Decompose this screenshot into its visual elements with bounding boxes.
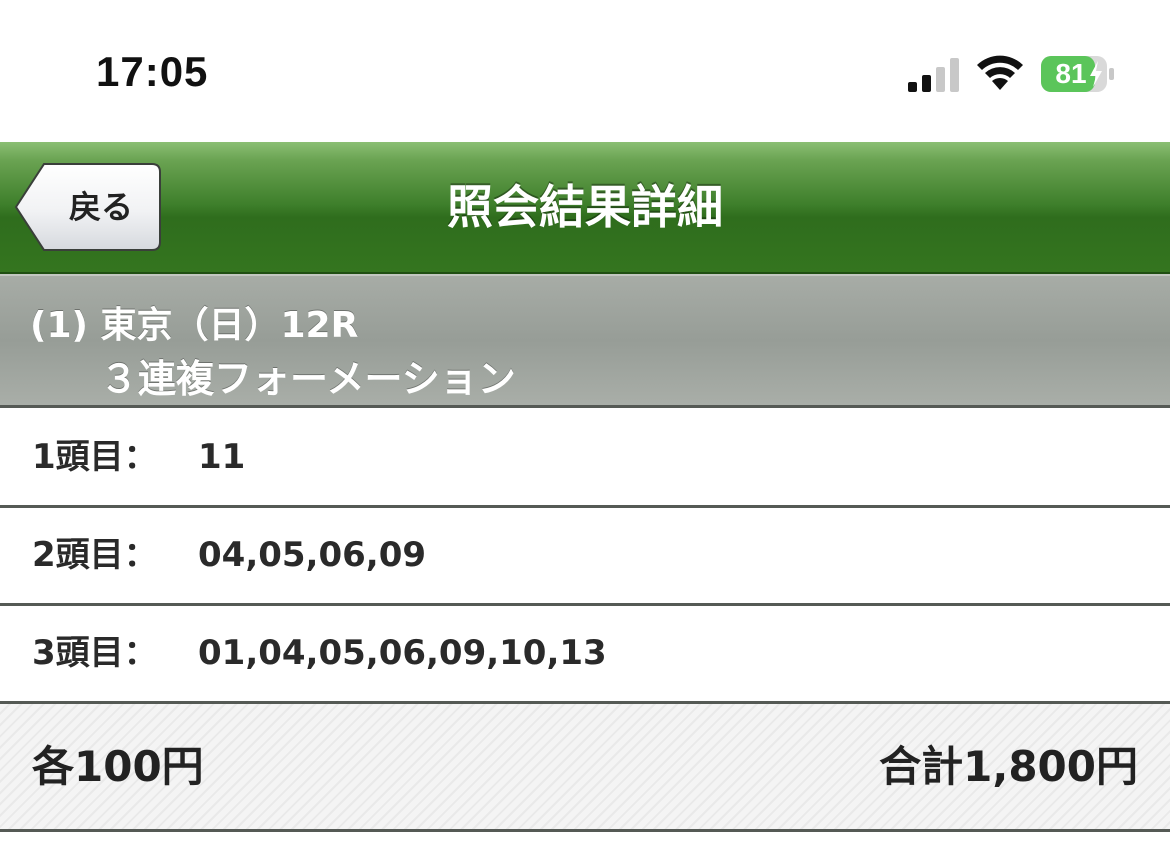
selection-row-1: 1頭目： 11 [0,410,1170,508]
selection-row-3: 3頭目： 01,04,05,06,09,10,13 [0,606,1170,704]
total-price: 合計1,800円 [879,742,1138,791]
status-time: 17:05 [96,48,209,95]
selection-row-2: 2頭目： 04,05,06,09 [0,508,1170,606]
bet-type: ３連複フォーメーション [100,357,516,401]
selection-label: 1頭目： [32,437,158,477]
selection-value: 04,05,06,09 [198,535,427,575]
back-button-label: 戻る [68,188,133,226]
bottom-spacer [0,832,1170,848]
status-bar: 17:05 81 [0,0,1170,142]
wifi-icon [977,55,1023,90]
bet-detail-screen: 17:05 81 戻る 照会結果詳細 (1) 東京（日）12R ３連複フォーメー… [0,0,1170,848]
selection-label: 2頭目： [32,535,158,575]
signal-icon [908,58,959,92]
race-header: (1) 東京（日）12R ３連複フォーメーション [0,274,1170,408]
selection-label: 3頭目： [32,633,158,673]
race-info: (1) 東京（日）12R [30,305,359,346]
selection-value: 11 [198,437,246,477]
page-title: 照会結果詳細 [447,180,723,234]
unit-price: 各100円 [32,742,204,791]
back-button[interactable]: 戻る [14,162,162,252]
selection-value: 01,04,05,06,09,10,13 [198,633,607,673]
totals-bar: 各100円 合計1,800円 [0,704,1170,832]
battery-level: 81 [1055,58,1087,89]
